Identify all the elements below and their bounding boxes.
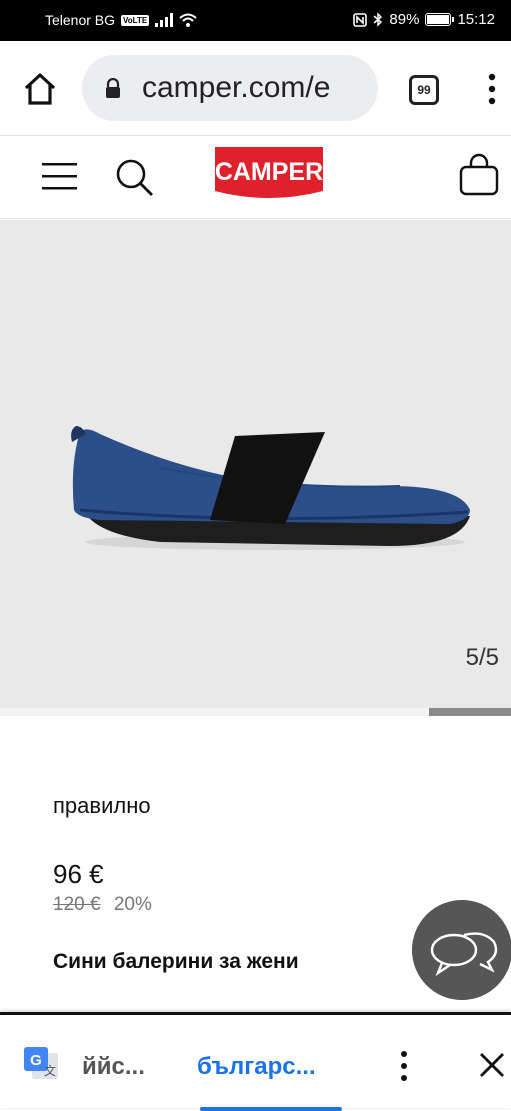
- carrier-name: Telenor BG: [45, 12, 116, 28]
- battery-level: [427, 15, 449, 24]
- bluetooth-icon: [373, 12, 383, 27]
- product-image-gallery[interactable]: 5/5: [0, 220, 511, 708]
- search-icon[interactable]: [114, 157, 156, 199]
- gallery-progress-fill: [429, 708, 511, 716]
- battery-percent: 89%: [389, 11, 420, 28]
- gallery-progress: [0, 708, 511, 716]
- url-text[interactable]: camper.com/e: [142, 71, 330, 105]
- battery-icon: [425, 13, 455, 26]
- tab-switcher-button[interactable]: 99: [409, 75, 439, 105]
- discount-badge: 20%: [113, 894, 152, 915]
- product-name[interactable]: Сини балерини за жени: [53, 950, 299, 974]
- camper-logo[interactable]: CAMPER: [213, 147, 325, 203]
- image-counter: 5/5: [465, 644, 499, 671]
- close-icon[interactable]: [478, 1051, 506, 1079]
- status-right: 89% 15:12: [353, 11, 495, 28]
- home-icon[interactable]: [22, 71, 58, 107]
- google-translate-icon[interactable]: G 文: [22, 1045, 60, 1083]
- translate-bar: G 文 ййс... българс...: [0, 1012, 511, 1111]
- logo-text: CAMPER: [215, 158, 323, 186]
- product-price: 96 €: [53, 859, 104, 889]
- product-tag: правилно: [53, 793, 151, 818]
- menu-icon[interactable]: [42, 161, 77, 191]
- target-language-tab[interactable]: българс...: [197, 1053, 316, 1081]
- product-image: [71, 426, 470, 550]
- nfc-icon: [353, 12, 368, 27]
- wifi-icon: [179, 13, 197, 27]
- status-bar: Telenor BG VoLTE 89% 15:12: [0, 0, 511, 41]
- old-price-row: 120 € 20%: [53, 894, 152, 916]
- more-options-icon[interactable]: [484, 71, 500, 107]
- clock: 15:12: [457, 11, 495, 28]
- address-bar[interactable]: camper.com/e: [82, 55, 378, 121]
- old-price: 120 €: [53, 894, 101, 915]
- svg-text:文: 文: [44, 1063, 56, 1078]
- volte-badge: VoLTE: [121, 14, 150, 26]
- lock-icon: [106, 78, 120, 98]
- site-header: CAMPER: [0, 137, 511, 219]
- chat-icon[interactable]: [412, 900, 511, 1000]
- translate-options-icon[interactable]: [396, 1049, 412, 1083]
- signal-icon: [155, 13, 174, 27]
- svg-text:G: G: [30, 1052, 42, 1069]
- source-language-tab[interactable]: ййс...: [82, 1053, 145, 1081]
- status-left: Telenor BG VoLTE: [45, 12, 197, 28]
- browser-toolbar: camper.com/e 99: [0, 41, 511, 136]
- shopping-bag-icon[interactable]: [458, 153, 500, 197]
